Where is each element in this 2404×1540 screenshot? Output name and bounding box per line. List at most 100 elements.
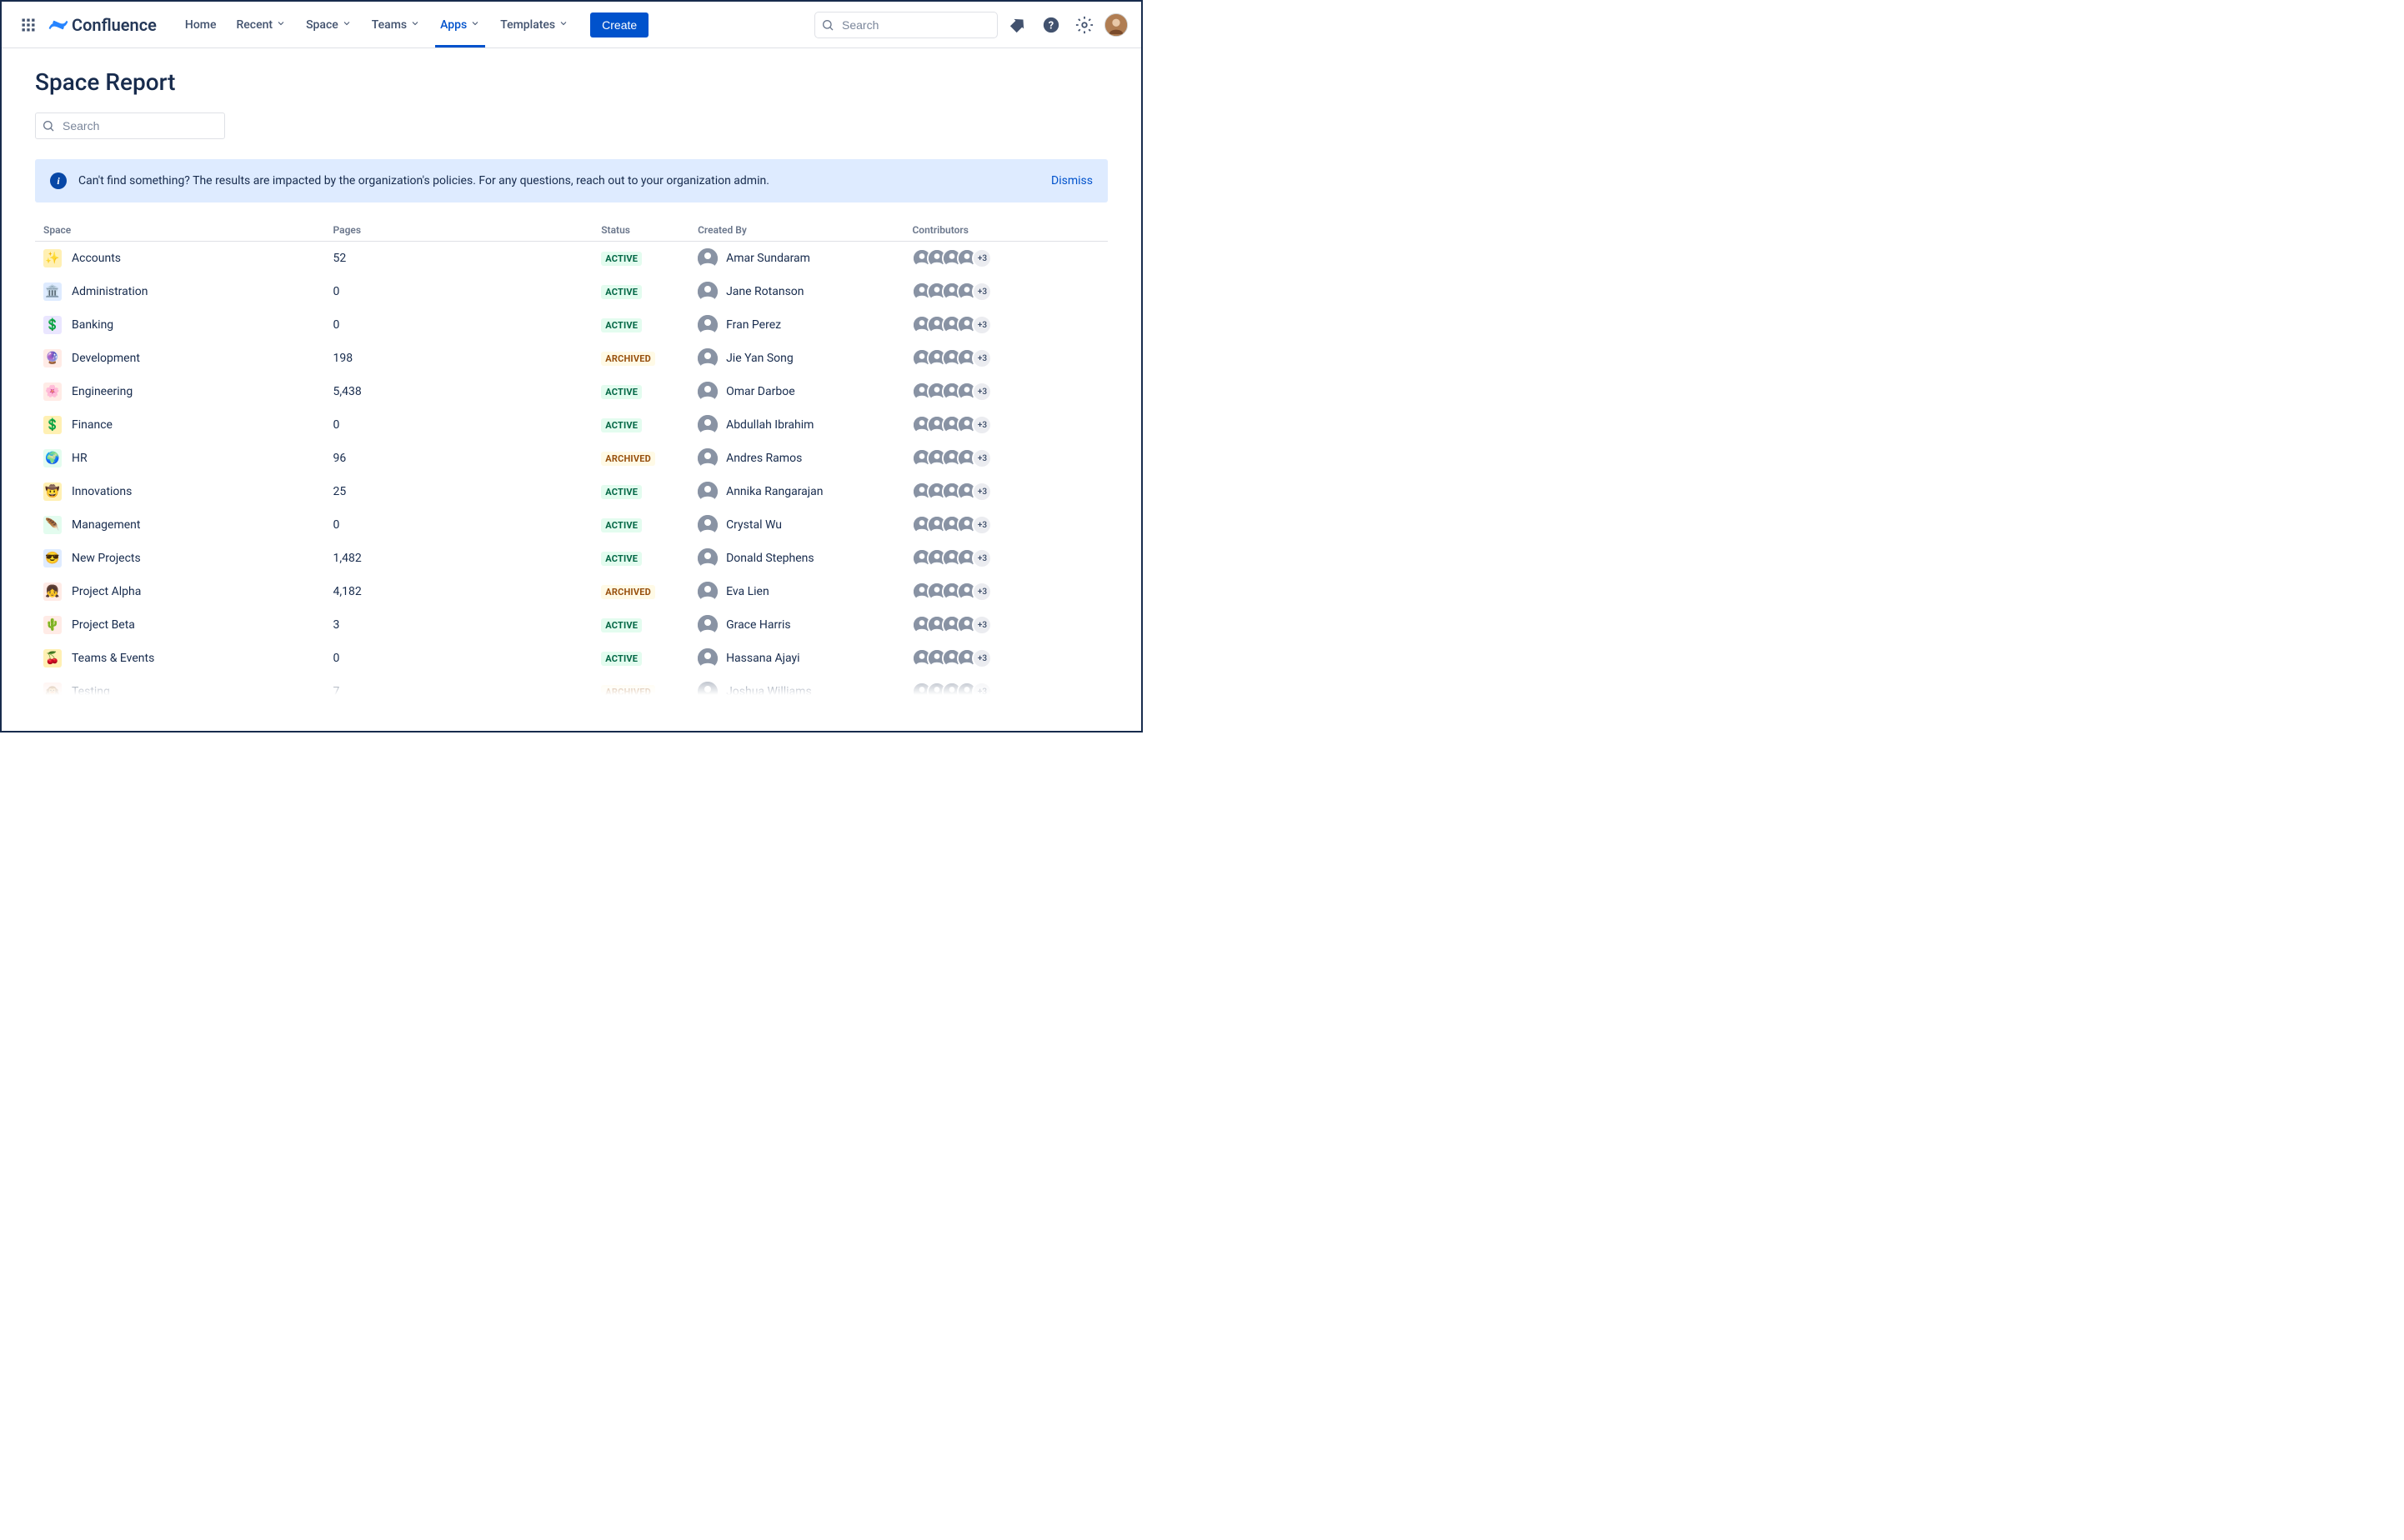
space-report-table: Space Pages Status Created By Contributo… <box>35 219 1108 695</box>
creator-name: Hassana Ajayi <box>726 652 800 665</box>
creator-avatar <box>698 482 718 502</box>
space-cell: 🌸Engineering <box>43 382 316 401</box>
status-badge: ACTIVE <box>601 618 642 632</box>
space-cell: 🌵Project Beta <box>43 616 316 634</box>
creator-avatar <box>698 415 718 435</box>
pages-cell: 1,482 <box>324 542 593 575</box>
space-cell: 👧Project Alpha <box>43 582 316 601</box>
status-badge: ACTIVE <box>601 385 642 399</box>
notifications-icon[interactable] <box>1004 12 1031 38</box>
table-row[interactable]: 🔮Development198ARCHIVEDJie Yan Song+3 <box>35 342 1108 375</box>
status-badge: ARCHIVED <box>601 685 655 696</box>
nav-right: ? <box>814 12 1128 38</box>
product-name: Confluence <box>72 15 157 35</box>
nav-item-apps[interactable]: Apps <box>432 13 488 37</box>
creator-avatar <box>698 348 718 368</box>
contributors-overflow[interactable]: +3 <box>972 615 992 635</box>
creator-cell: Abdullah Ibrahim <box>698 415 895 435</box>
confluence-logo[interactable]: Confluence <box>48 15 157 35</box>
creator-name: Grace Harris <box>726 618 791 632</box>
table-row[interactable]: 🪶Management0ACTIVECrystal Wu+3 <box>35 508 1108 542</box>
app-switcher-icon[interactable] <box>15 12 42 38</box>
status-badge: ACTIVE <box>601 418 642 432</box>
contributors-cell: +3 <box>912 548 1099 568</box>
settings-icon[interactable] <box>1071 12 1098 38</box>
nav-item-recent[interactable]: Recent <box>228 13 294 37</box>
table-row[interactable]: 🍒Teams & Events0ACTIVEHassana Ajayi+3 <box>35 642 1108 675</box>
global-search-input[interactable] <box>814 12 998 38</box>
nav-item-home[interactable]: Home <box>177 13 225 37</box>
pages-cell: 4,182 <box>324 575 593 608</box>
space-cell: ✨Accounts <box>43 249 316 268</box>
creator-cell: Eva Lien <box>698 582 895 602</box>
contributors-overflow[interactable]: +3 <box>972 248 992 268</box>
search-icon <box>42 119 55 132</box>
creator-name: Andres Ramos <box>726 452 802 465</box>
top-navigation: Confluence HomeRecentSpace Teams Apps Templ… <box>2 2 1141 48</box>
creator-avatar <box>698 582 718 602</box>
help-icon[interactable]: ? <box>1038 12 1064 38</box>
contributors-overflow[interactable]: +3 <box>972 382 992 402</box>
contributors-overflow[interactable]: +3 <box>972 482 992 502</box>
table-row[interactable]: 🌵Project Beta3ACTIVEGrace Harris+3 <box>35 608 1108 642</box>
space-cell: 💲Banking <box>43 316 316 334</box>
creator-cell: Donald Stephens <box>698 548 895 568</box>
table-row[interactable]: 🤠Innovations25ACTIVEAnnika Rangarajan+3 <box>35 475 1108 508</box>
space-name: Testing <box>72 685 110 695</box>
nav-item-label: Teams <box>372 18 407 32</box>
user-avatar[interactable] <box>1104 13 1128 37</box>
creator-cell: Andres Ramos <box>698 448 895 468</box>
status-badge: ACTIVE <box>601 485 642 499</box>
column-header-pages[interactable]: Pages <box>324 219 593 242</box>
table-row[interactable]: 😎New Projects1,482ACTIVEDonald Stephens+… <box>35 542 1108 575</box>
creator-cell: Grace Harris <box>698 615 895 635</box>
table-row[interactable]: 👧Project Alpha4,182ARCHIVEDEva Lien+3 <box>35 575 1108 608</box>
space-cell: 🌍HR <box>43 449 316 468</box>
table-row[interactable]: 💲Finance0ACTIVEAbdullah Ibrahim+3 <box>35 408 1108 442</box>
table-row[interactable]: 🌍HR96ARCHIVEDAndres Ramos+3 <box>35 442 1108 475</box>
table-row[interactable]: 💲Banking0ACTIVEFran Perez+3 <box>35 308 1108 342</box>
column-header-created-by[interactable]: Created By <box>689 219 904 242</box>
table-row[interactable]: 🙉Testing7ARCHIVEDJoshua Williams+3 <box>35 675 1108 695</box>
column-header-status[interactable]: Status <box>593 219 689 242</box>
page-search-input[interactable] <box>35 112 225 139</box>
dismiss-button[interactable]: Dismiss <box>1051 174 1093 188</box>
svg-text:?: ? <box>1049 19 1054 32</box>
contributors-overflow[interactable]: +3 <box>972 282 992 302</box>
nav-item-teams[interactable]: Teams <box>363 13 428 37</box>
contributors-overflow[interactable]: +3 <box>972 548 992 568</box>
contributors-overflow[interactable]: +3 <box>972 682 992 695</box>
page-title: Space Report <box>35 68 1108 96</box>
table-header-row: Space Pages Status Created By Contributo… <box>35 219 1108 242</box>
chevron-down-icon <box>558 18 568 32</box>
contributors-overflow[interactable]: +3 <box>972 348 992 368</box>
column-header-contributors[interactable]: Contributors <box>904 219 1108 242</box>
space-cell: 🪶Management <box>43 516 316 534</box>
space-icon: 💲 <box>43 416 62 434</box>
nav-item-templates[interactable]: Templates <box>492 13 577 37</box>
nav-item-space[interactable]: Space <box>298 13 360 37</box>
pages-cell: 96 <box>324 442 593 475</box>
space-name: Management <box>72 518 140 532</box>
contributors-overflow[interactable]: +3 <box>972 648 992 668</box>
creator-avatar <box>698 282 718 302</box>
table-row[interactable]: 🏛️Administration0ACTIVEJane Rotanson+3 <box>35 275 1108 308</box>
table-row[interactable]: 🌸Engineering5,438ACTIVEOmar Darboe+3 <box>35 375 1108 408</box>
contributors-overflow[interactable]: +3 <box>972 415 992 435</box>
nav-item-label: Templates <box>500 18 555 32</box>
contributors-overflow[interactable]: +3 <box>972 448 992 468</box>
creator-name: Amar Sundaram <box>726 252 810 265</box>
column-header-space[interactable]: Space <box>35 219 324 242</box>
table-row[interactable]: ✨Accounts52ACTIVEAmar Sundaram+3 <box>35 242 1108 276</box>
creator-name: Annika Rangarajan <box>726 485 823 498</box>
contributors-overflow[interactable]: +3 <box>972 582 992 602</box>
contributors-cell: +3 <box>912 348 1099 368</box>
create-button[interactable]: Create <box>590 12 649 38</box>
space-name: Project Beta <box>72 618 135 632</box>
creator-avatar <box>698 548 718 568</box>
pages-cell: 198 <box>324 342 593 375</box>
contributors-overflow[interactable]: +3 <box>972 515 992 535</box>
creator-cell: Amar Sundaram <box>698 248 895 268</box>
space-cell: 🔮Development <box>43 349 316 368</box>
contributors-overflow[interactable]: +3 <box>972 315 992 335</box>
